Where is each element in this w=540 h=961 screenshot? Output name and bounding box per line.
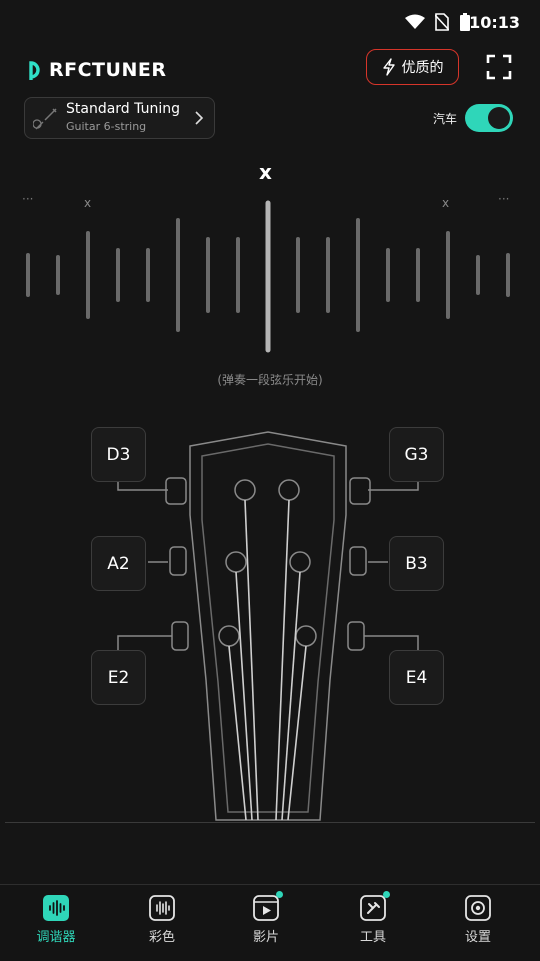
tuning-instrument: Guitar 6-string <box>66 120 147 133</box>
lightning-icon <box>382 58 395 76</box>
string-button-e2[interactable]: E2 <box>91 650 146 705</box>
nav-label: 调谐器 <box>36 930 76 945</box>
guitar-icon <box>33 108 57 130</box>
equalizer-icon <box>149 895 175 921</box>
premium-button[interactable]: 优质的 <box>366 49 459 85</box>
toggle-knob <box>488 107 510 129</box>
nav-item-tuner[interactable]: 调谐器 <box>16 895 96 955</box>
wifi-icon <box>405 14 425 29</box>
nav-item-settings[interactable]: 设置 <box>438 895 518 955</box>
nav-item-video[interactable]: 影片 <box>226 891 306 955</box>
string-button-e4[interactable]: E4 <box>389 650 444 705</box>
app-logo: RFCTUNER <box>28 57 166 83</box>
nav-item-color[interactable]: 彩色 <box>122 895 202 955</box>
string-button-g3[interactable]: G3 <box>389 427 444 482</box>
bottom-nav: 调谐器 彩色 影片 工具 设置 <box>0 884 540 961</box>
pitch-indicator: x <box>259 160 272 184</box>
chevron-right-icon <box>195 111 204 125</box>
guitar-headstock <box>117 431 419 821</box>
notification-dot <box>276 891 283 898</box>
string-button-a2[interactable]: A2 <box>91 536 146 591</box>
string-button-b3[interactable]: B3 <box>389 536 444 591</box>
status-time: 10:13 <box>469 13 520 32</box>
nav-item-tools[interactable]: 工具 <box>333 891 413 955</box>
tuning-name: Standard Tuning <box>66 101 180 117</box>
notification-dot <box>383 891 390 898</box>
fullscreen-icon[interactable] <box>486 54 512 80</box>
nav-label: 工具 <box>359 930 386 945</box>
no-sim-icon <box>435 13 449 31</box>
string-button-d3[interactable]: D3 <box>91 427 146 482</box>
auto-toggle[interactable] <box>465 104 513 132</box>
settings-icon <box>465 895 491 921</box>
nav-label: 影片 <box>252 930 279 945</box>
waveform-icon <box>43 895 69 921</box>
nav-label: 设置 <box>464 930 491 945</box>
divider <box>5 822 535 823</box>
tuning-selector[interactable]: Standard Tuning Guitar 6-string <box>24 97 215 139</box>
premium-label: 优质的 <box>401 60 444 76</box>
nav-label: 彩色 <box>148 930 175 945</box>
status-bar: 10:13 <box>0 0 540 44</box>
auto-label: 汽车 <box>433 112 458 126</box>
tuning-meter <box>26 200 510 353</box>
video-icon <box>253 891 283 921</box>
logo-mark-icon <box>29 61 40 80</box>
play-hint: (弹奏一段弦乐开始) <box>217 373 323 387</box>
tools-icon <box>360 891 390 921</box>
logo-text: RFCTUNER <box>49 59 167 81</box>
